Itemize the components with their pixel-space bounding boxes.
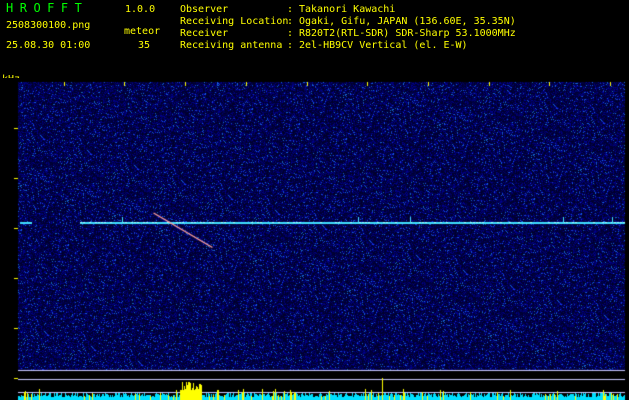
- info-value-location: Ogaki, Gifu, JAPAN (136.60E, 35.35N): [299, 16, 516, 27]
- spectrogram-plot: [0, 78, 629, 400]
- info-label-antenna: Receiving antenna: [180, 40, 283, 51]
- app-title: HROFFT: [6, 1, 89, 15]
- info-value-observer: Takanori Kawachi: [299, 4, 396, 15]
- info-label-observer: Observer: [180, 4, 229, 15]
- info-colon: :: [287, 28, 294, 39]
- info-label-receiver: Receiver: [180, 28, 229, 39]
- app-version: 1.0.0: [125, 4, 156, 15]
- file-name: 2508300100.png: [6, 20, 91, 31]
- info-value-antenna: 2el-HB9CV Vertical (el. E-W): [299, 40, 468, 51]
- info-colon: :: [287, 16, 294, 27]
- info-label-location: Receiving Location: [180, 16, 289, 27]
- meteor-count: 35: [138, 40, 151, 51]
- timestamp: 25.08.30 01:00: [6, 40, 91, 51]
- info-colon: :: [287, 40, 294, 51]
- detection-kind-label: meteor: [124, 26, 161, 37]
- hrofft-window: HROFFT 1.0.0 2508300100.png meteor 25.08…: [0, 0, 629, 400]
- info-colon: :: [287, 4, 294, 15]
- info-value-receiver: R820T2(RTL-SDR) SDR-Sharp 53.1000MHz: [299, 28, 516, 39]
